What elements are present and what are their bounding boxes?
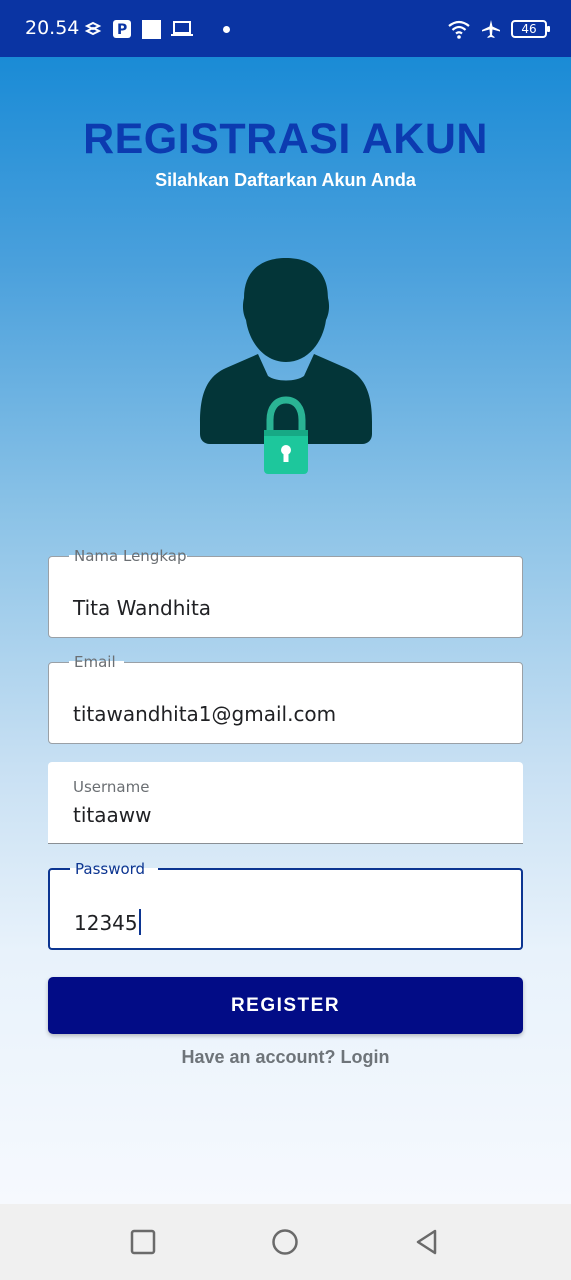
full-name-value[interactable]: Tita Wandhita [73,596,211,620]
password-text: 12345 [74,911,138,935]
username-value[interactable]: titaaww [73,803,151,827]
status-icons-right: 46 [447,16,550,42]
dot-icon [223,25,230,33]
status-icons-left: P [84,17,230,41]
signal-off-icon [84,21,102,36]
airplane-icon [482,20,500,38]
parking-icon: P [113,20,131,38]
text-caret [138,909,142,935]
email-value[interactable]: titawandhita1@gmail.com [73,702,336,726]
registration-screen: REGISTRASI AKUN Silahkan Daftarkan Akun … [0,57,571,1204]
square-icon [142,19,161,39]
back-triangle-icon[interactable] [413,1228,441,1256]
page-title: REGISTRASI AKUN [83,115,488,163]
user-lock-avatar-icon [200,258,372,474]
battery-icon: 46 [511,20,550,38]
username-label: Username [73,778,150,796]
home-circle-icon[interactable] [271,1228,299,1256]
register-button[interactable]: REGISTER [48,977,523,1034]
status-bar: 20.54 P 46 [0,0,571,57]
password-value[interactable]: 12345 [74,909,142,935]
status-time: 20.54 [25,17,80,39]
page-subtitle: Silahkan Daftarkan Akun Anda [155,170,416,190]
wifi-icon [448,20,470,39]
svg-text:P: P [117,22,127,38]
full-name-label: Nama Lengkap [74,547,187,565]
login-link[interactable]: Have an account? Login [0,1047,571,1068]
email-label: Email [74,653,116,671]
full-name-field[interactable]: Nama Lengkap Tita Wandhita [48,547,523,638]
email-field[interactable]: Email titawandhita1@gmail.com [48,653,523,744]
navigation-bar [0,1204,571,1280]
password-field[interactable]: Password 12345 [48,860,523,950]
laptop-icon [171,21,193,36]
password-label: Password [75,860,146,878]
username-field[interactable]: Username titaaww [48,762,523,844]
recents-square-icon[interactable] [129,1228,157,1256]
